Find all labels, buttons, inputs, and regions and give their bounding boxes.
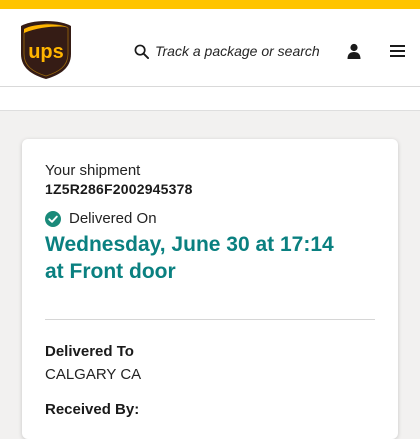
status-label: Delivered On	[69, 210, 157, 227]
shipment-card: Your shipment 1Z5R286F2002945378 Deliver…	[22, 139, 398, 439]
delivery-date-line: Wednesday, June 30 at 17:14	[45, 233, 334, 256]
menu-icon[interactable]	[390, 44, 405, 58]
received-by-title: Received By:	[45, 401, 140, 418]
delivered-to-title: Delivered To	[45, 343, 134, 360]
shipment-heading: Your shipment	[45, 162, 141, 179]
brand-top-bar	[0, 0, 420, 9]
search-bar[interactable]: Track a package or search	[134, 40, 320, 62]
tracking-number: 1Z5R286F2002945378	[45, 181, 193, 197]
delivery-location-line: at Front door	[45, 260, 176, 283]
site-header: ups Track a package or search	[0, 9, 420, 87]
sub-header-band	[0, 87, 420, 111]
search-placeholder[interactable]: Track a package or search	[155, 43, 320, 59]
logo-text: ups	[28, 41, 64, 63]
divider	[45, 319, 375, 320]
delivery-datetime: Wednesday, June 30 at 17:14 at Front doo…	[45, 231, 385, 285]
check-circle-icon	[45, 210, 61, 227]
ups-logo[interactable]: ups	[20, 20, 72, 80]
user-icon[interactable]	[346, 43, 362, 59]
delivered-to-value: CALGARY CA	[45, 366, 142, 383]
delivery-status: Delivered On	[45, 210, 157, 227]
search-icon	[134, 44, 149, 59]
